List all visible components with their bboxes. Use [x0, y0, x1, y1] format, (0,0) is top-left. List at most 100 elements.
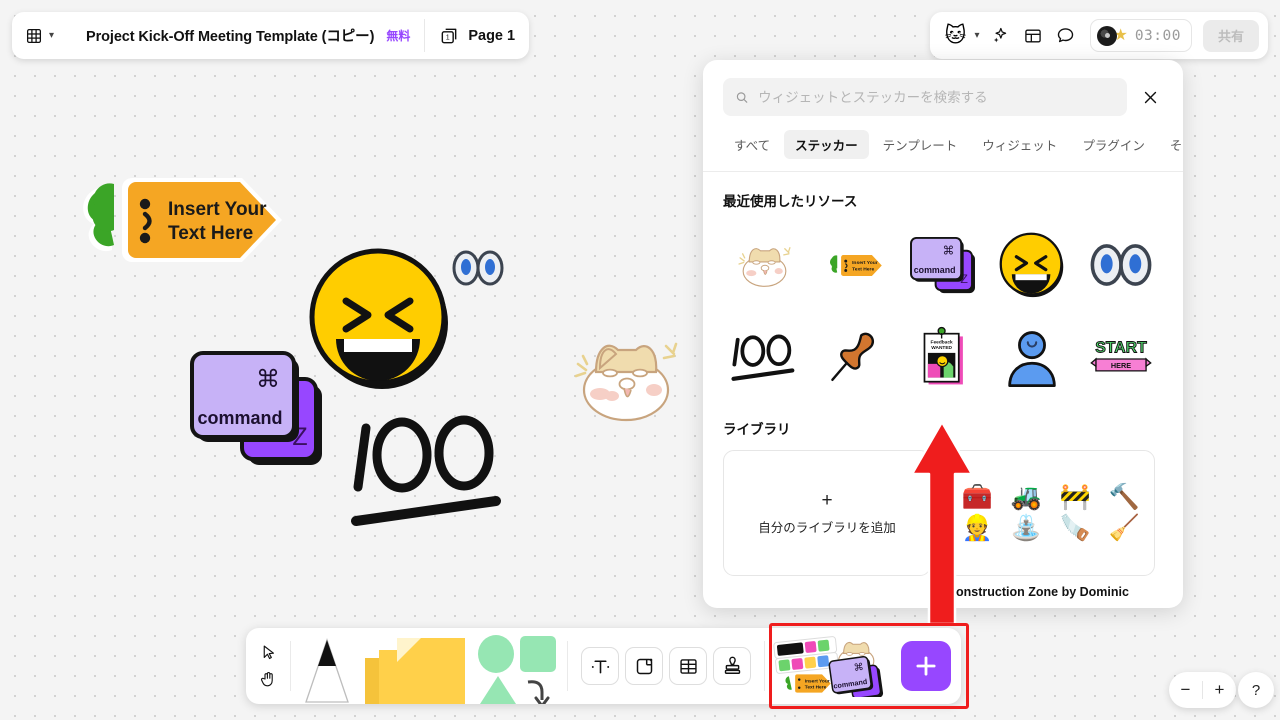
- cursor-tools-group: [250, 628, 286, 704]
- toolbar-divider-3: [764, 641, 765, 691]
- table-tool-button[interactable]: [669, 647, 707, 685]
- recent-stickers-grid: Insert Your Text Here Z ⌘ command Feedba…: [723, 222, 1163, 400]
- hundred-points-sticker: [731, 334, 794, 381]
- insert-tools-group: [572, 628, 760, 704]
- cat-face-sparkle-sticker[interactable]: [566, 328, 688, 428]
- tab-plugins[interactable]: プラグイン: [1071, 130, 1156, 159]
- laughing-face-sticker: [999, 232, 1064, 298]
- panel-header: すべて ステッカー テンプレート ウィジェット プラグイン その他: [703, 60, 1183, 171]
- text-tool-button[interactable]: [581, 647, 619, 685]
- sticker-person-avatar[interactable]: [991, 314, 1074, 400]
- command-symbol: ⌘: [256, 365, 280, 393]
- zoom-in-button[interactable]: +: [1203, 672, 1236, 708]
- carrot-text-line2: Text Here: [852, 266, 874, 272]
- carrot-insert-text-sticker[interactable]: Insert Your Text Here: [44, 168, 306, 272]
- panel-search-row: [723, 78, 1163, 116]
- tab-templates[interactable]: テンプレート: [872, 130, 969, 159]
- hydrant-icon: ⛲: [1010, 514, 1043, 542]
- close-panel-button[interactable]: [1137, 84, 1163, 110]
- tab-other[interactable]: その他: [1159, 130, 1183, 159]
- zoom-controls: − +: [1169, 672, 1236, 708]
- svg-text:Insert Your: Insert Your: [805, 678, 830, 684]
- carrot-text-line1: Insert Your: [168, 199, 267, 220]
- stamp-tool-icon: [724, 656, 740, 674]
- person-avatar-sticker: [1008, 331, 1056, 387]
- toolbar-divider: [290, 641, 291, 691]
- sticker-feedback-wanted-poster[interactable]: Feedback WANTED: [901, 314, 984, 400]
- library-name: Construction Zone by Dominic: [947, 585, 1129, 599]
- text-tool-icon: [591, 659, 609, 673]
- table-tool-icon: [679, 658, 697, 674]
- saw-icon: 🪚: [1059, 514, 1092, 542]
- cat-face-sparkle-sticker: [738, 247, 791, 287]
- hand-tool-icon[interactable]: [259, 670, 277, 688]
- laughing-face-sticker[interactable]: [306, 245, 454, 393]
- barrier-icon: 🚧: [1059, 483, 1092, 511]
- tab-stickers[interactable]: ステッカー: [784, 130, 869, 159]
- help-button[interactable]: ?: [1238, 672, 1274, 708]
- close-icon: [1144, 91, 1156, 103]
- add-library-label: 自分のライブラリを追加: [758, 520, 896, 535]
- add-own-library-button[interactable]: + 自分のライブラリを追加: [723, 450, 931, 576]
- pen-tool-icon: [305, 637, 349, 703]
- hundred-points-sticker[interactable]: [350, 405, 512, 533]
- sticker-eyes[interactable]: [1080, 222, 1163, 308]
- frame-tool-button[interactable]: [625, 647, 663, 685]
- command-z-keys-sticker[interactable]: Z ⌘ command: [186, 345, 328, 473]
- sticker-carrot-insert-text[interactable]: Insert Your Text Here: [812, 222, 895, 308]
- start-text: START: [1096, 339, 1148, 356]
- plus-icon: [916, 656, 936, 676]
- poster-subtitle: WANTED: [931, 345, 952, 351]
- command-z-keys-sticker: Z ⌘ command: [910, 236, 975, 293]
- carrot-insert-text-sticker: Insert Your Text Here: [829, 254, 882, 276]
- svg-text:Text Here: Text Here: [805, 684, 827, 690]
- tab-all[interactable]: すべて: [723, 130, 781, 159]
- sticker-cat-face-sparkle[interactable]: [723, 222, 806, 308]
- stamp-tool-button[interactable]: [713, 647, 751, 685]
- here-text: HERE: [1111, 361, 1131, 370]
- stickers-tray-icon: Insert Your Text Here ⌘ command: [773, 636, 884, 697]
- bottom-toolbar: Insert Your Text Here ⌘ command: [246, 623, 969, 709]
- stickers-tray-button[interactable]: Insert Your Text Here ⌘ command: [769, 623, 969, 709]
- sticker-command-z-keys[interactable]: Z ⌘ command: [901, 222, 984, 308]
- sticker-laughing-face[interactable]: [991, 222, 1074, 308]
- poster-title: Feedback: [931, 339, 953, 345]
- start-here-sticker: START HERE: [1090, 339, 1153, 372]
- shovel-icon: 🧹: [1108, 514, 1141, 542]
- carrot-text-line2: Text Here: [168, 223, 253, 244]
- feedback-wanted-poster-sticker: Feedback WANTED: [923, 326, 963, 385]
- command-key-label: command: [914, 264, 956, 274]
- annotation-arrow-up: [910, 420, 974, 624]
- bulldozer-icon: 🚜: [1010, 483, 1043, 511]
- eyes-sticker: [1090, 244, 1152, 286]
- panel-tabs: すべて ステッカー テンプレート ウィジェット プラグイン その他: [723, 130, 1183, 171]
- hammer-icon: 🔨: [1108, 483, 1141, 511]
- shapes-tool-icon: [478, 635, 556, 704]
- plus-icon: +: [821, 489, 833, 511]
- sticky-note-tool-button[interactable]: [359, 628, 471, 704]
- add-sticker-button[interactable]: [901, 641, 951, 691]
- shapes-tool-button[interactable]: [471, 628, 563, 704]
- library-item[interactable]: 🧰 🚜 🚧 🔨 👷 ⛲ 🪚 🧹 Construction Zone by Dom…: [947, 450, 1155, 599]
- sticker-pushpin[interactable]: [812, 314, 895, 400]
- search-icon: [736, 91, 748, 103]
- pen-tool-button[interactable]: [295, 628, 359, 704]
- sticker-start-here[interactable]: START HERE: [1080, 314, 1163, 400]
- frame-tool-icon: [636, 658, 652, 674]
- search-box[interactable]: [723, 78, 1127, 116]
- pushpin-sticker: [830, 332, 874, 381]
- cursor-arrow-icon[interactable]: [260, 644, 277, 661]
- tab-widgets[interactable]: ウィジェット: [971, 130, 1068, 159]
- command-symbol: ⌘: [943, 243, 955, 257]
- sticker-hundred-points[interactable]: [723, 314, 806, 400]
- sticky-note-icon: [365, 638, 465, 704]
- command-key-label: command: [197, 408, 282, 428]
- search-input[interactable]: [758, 89, 1115, 105]
- library-preview-grid[interactable]: 🧰 🚜 🚧 🔨 👷 ⛲ 🪚 🧹: [947, 450, 1155, 576]
- carrot-text-line1: Insert Your: [852, 260, 878, 266]
- zoom-out-button[interactable]: −: [1169, 672, 1202, 708]
- svg-text:⌘: ⌘: [853, 662, 864, 674]
- toolbar-divider-2: [567, 641, 568, 691]
- eyes-sticker[interactable]: [452, 250, 504, 286]
- recent-resources-title: 最近使用したリソース: [723, 194, 858, 209]
